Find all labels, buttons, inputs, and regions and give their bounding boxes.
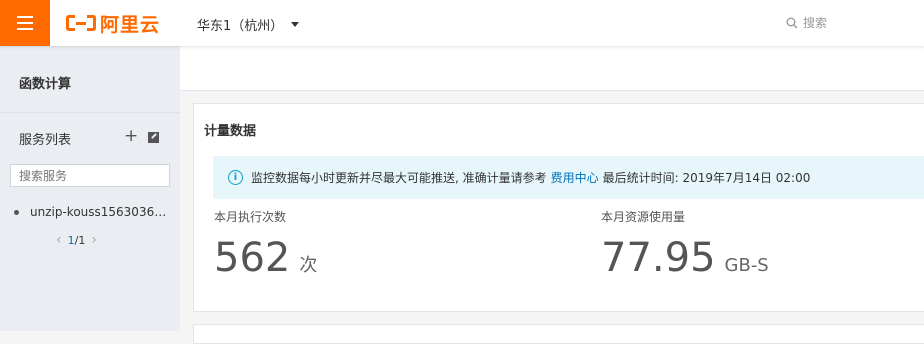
billing-center-link[interactable]: 费用中心 <box>551 169 599 186</box>
search-icon <box>786 17 798 28</box>
add-service-button[interactable]: + <box>124 126 138 146</box>
metric-unit: 次 <box>299 255 318 276</box>
notice-timestamp: 最后统计时间: 2019年7月14日 02:00 <box>602 171 811 185</box>
metering-panel: 计量数据 i 监控数据每小时更新并尽最大可能推送, 准确计量请参考 费用中心 最… <box>193 103 924 312</box>
caret-down-icon <box>291 22 300 27</box>
service-pagination: ‹ 1 /1 › <box>50 232 103 248</box>
sidebar: 函数计算 服务列表 + unzip-kouss1563036… ‹ 1 /1 › <box>0 46 180 331</box>
region-selector[interactable]: 华东1（杭州） <box>197 15 300 34</box>
metric-value: 77.95 <box>601 235 716 281</box>
service-search-input[interactable] <box>10 164 170 187</box>
services-header: 服务列表 <box>19 133 72 148</box>
secondary-panel <box>193 324 924 344</box>
top-navbar: 阿里云 华东1（杭州） 搜索 <box>0 0 924 46</box>
content-header-bar <box>180 46 924 91</box>
info-notice: i 监控数据每小时更新并尽最大可能推送, 准确计量请参考 费用中心 最后统计时间… <box>213 156 924 199</box>
metric-label: 本月资源使用量 <box>601 210 686 224</box>
metric-label: 本月执行次数 <box>214 210 287 224</box>
metric-invocations: 本月执行次数 562 次 <box>214 208 317 281</box>
edit-icon[interactable] <box>148 132 159 143</box>
region-label: 华东1（杭州） <box>197 19 284 34</box>
brand-text: 阿里云 <box>100 13 161 36</box>
hamburger-menu-button[interactable] <box>0 0 50 46</box>
search-label: 搜索 <box>803 16 828 30</box>
chevron-right-icon[interactable]: › <box>85 232 103 248</box>
aliyun-logo-icon <box>66 13 96 33</box>
service-name: unzip-kouss1563036… <box>30 205 167 219</box>
panel-title: 计量数据 <box>204 124 257 139</box>
service-list-item[interactable]: unzip-kouss1563036… <box>14 205 174 219</box>
notice-text: 监控数据每小时更新并尽最大可能推送, 准确计量请参考 <box>251 171 547 185</box>
metric-resource-usage: 本月资源使用量 77.95 GB-S <box>601 208 769 281</box>
metric-unit: GB-S <box>724 255 769 276</box>
metric-value: 562 <box>214 235 291 281</box>
global-search[interactable]: 搜索 <box>786 14 827 31</box>
sidebar-title: 函数计算 <box>19 77 72 92</box>
bullet-icon <box>14 209 19 215</box>
hamburger-icon <box>17 14 33 32</box>
page-total: /1 <box>74 233 86 247</box>
aliyun-logo[interactable]: 阿里云 <box>66 11 161 36</box>
info-icon: i <box>228 170 243 185</box>
page-current: 1 <box>67 233 75 247</box>
sidebar-divider <box>0 112 180 113</box>
chevron-left-icon[interactable]: ‹ <box>50 232 68 248</box>
